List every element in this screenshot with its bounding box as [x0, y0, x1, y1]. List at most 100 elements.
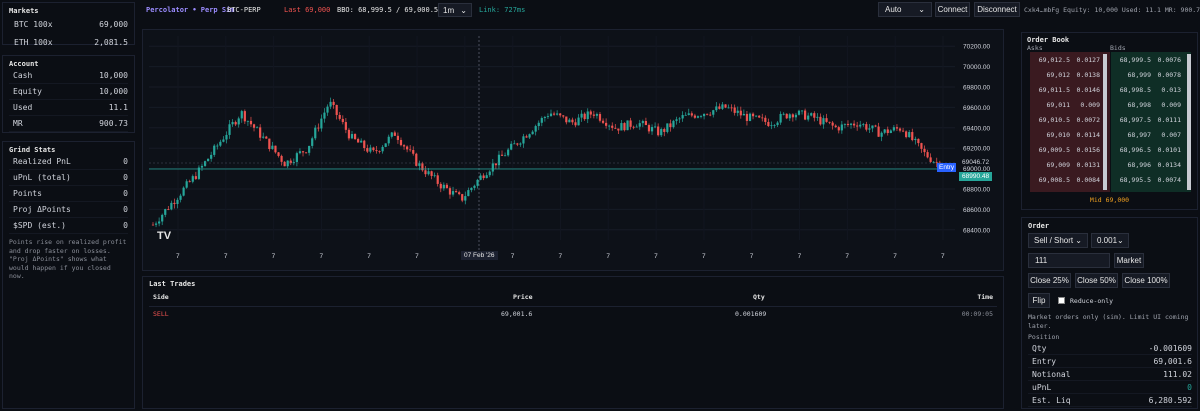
orderbook-level[interactable]: 68,9950.0146 [1111, 187, 1191, 193]
candle-body [418, 163, 421, 166]
orderbook-level[interactable]: 69,010 0.0114 [1030, 127, 1110, 142]
orderbook-level[interactable]: 68,996 0.0134 [1111, 157, 1191, 172]
candle-body [464, 196, 467, 201]
candle-body [706, 113, 709, 115]
col-time: Time [977, 293, 993, 301]
orderbook-level[interactable]: 68,999.5 0.0076 [1111, 52, 1191, 67]
stat-value: 0 [123, 157, 128, 166]
stat-row: MR 900.73 [9, 116, 128, 132]
candle-body [883, 129, 886, 133]
x-tick-label: 7 [845, 253, 849, 260]
interval-select[interactable]: 1m ⌄ [438, 3, 472, 17]
bbo-label: BBO: 68,999.5 / 69,000.5 [337, 6, 439, 14]
candle-body [173, 202, 176, 205]
last-price: Last 69,000 [284, 6, 331, 14]
candle-body [182, 187, 185, 196]
candle-body [372, 147, 375, 151]
side-select[interactable]: Sell / Short ⌄ [1028, 233, 1088, 248]
candle-body [412, 150, 415, 154]
candle-body [880, 132, 883, 137]
candle-body [482, 175, 485, 179]
mid-price: Mid 69,000 [1089, 196, 1130, 204]
asks-scrollbar[interactable] [1103, 54, 1107, 190]
candle-body [788, 114, 791, 119]
mode-select[interactable]: Auto ⌄ [878, 2, 932, 17]
orderbook-level[interactable]: 69,011 0.009 [1030, 97, 1110, 112]
orderbook-level[interactable]: 68,995.5 0.0074 [1111, 172, 1191, 187]
candle-body [895, 127, 899, 129]
candle-body [635, 126, 638, 128]
close-50-button[interactable]: Close 50% [1075, 273, 1118, 288]
candle-body [473, 185, 476, 188]
level-qty: 0.0111 [1157, 115, 1181, 124]
stat-label: MR [13, 119, 23, 128]
flip-button[interactable]: Flip [1028, 293, 1050, 308]
level-price: 69,011 [1046, 100, 1070, 109]
candle-body [748, 113, 752, 121]
candle-body [350, 134, 354, 139]
candle-body [271, 145, 274, 150]
orderbook-level[interactable]: 69,009.5 0.0156 [1030, 142, 1110, 157]
asks-list[interactable]: 69,012.5 0.0127 69,012 0.0138 69,011.5 0.0146… [1030, 52, 1110, 192]
level-qty: 0.0134 [1157, 160, 1181, 169]
level-qty: 0.0101 [1157, 145, 1181, 154]
candle-body [727, 107, 730, 109]
orderbook-level[interactable]: 69,012.5 0.0127 [1030, 52, 1110, 67]
orderbook-level[interactable]: 69,008.5 0.0084 [1030, 172, 1110, 187]
stat-row: $SPD (est.) 0 [9, 218, 128, 234]
candle-body [623, 123, 626, 131]
orderbook-level[interactable]: 68,999 0.0078 [1111, 67, 1191, 82]
close-100-button[interactable]: Close 100% [1122, 273, 1170, 288]
bids-scrollbar[interactable] [1187, 54, 1191, 190]
orderbook-level[interactable]: 69,009 0.0131 [1030, 157, 1110, 172]
asks-label: Asks [1027, 44, 1043, 52]
markets-title: Markets [9, 7, 39, 15]
candle-body [856, 125, 859, 127]
candle-body [243, 111, 246, 122]
level-price: 68,999 [1127, 70, 1151, 79]
orderbook-level[interactable]: 69,012 0.0138 [1030, 67, 1110, 82]
candle-body [458, 192, 461, 195]
orderbook-level[interactable]: 68,997 0.007 [1111, 127, 1191, 142]
candle-body [721, 104, 724, 109]
stat-row: Notional 111.02 [1028, 368, 1192, 381]
candle-body [718, 106, 721, 109]
candle-body [767, 121, 770, 127]
candle-body [577, 117, 580, 126]
candle-body [898, 128, 902, 131]
stat-label: Entry [1032, 356, 1057, 366]
candle-body [540, 118, 543, 123]
orderbook-level[interactable]: 68,998.5 0.013 [1111, 82, 1191, 97]
candle-body [353, 134, 357, 140]
qty-input[interactable]: 111 [1028, 253, 1110, 268]
price-chart[interactable]: 70200.00 70000.00 69800.00 69600.00 69400.00… [143, 30, 1003, 270]
market-item-eth[interactable]: ETH 100x 2,081.5 [9, 38, 128, 47]
close-25-button[interactable]: Close 25% [1028, 273, 1071, 288]
size-select[interactable]: 0.001 ⌄ [1091, 233, 1129, 248]
orderbook-level[interactable]: 69,0080.0112 [1030, 187, 1110, 193]
orderbook-level[interactable]: 69,010.5 0.0072 [1030, 112, 1110, 127]
candle-body [164, 209, 167, 215]
orderbook-level[interactable]: 68,996.5 0.0101 [1111, 142, 1191, 157]
candle-body [712, 110, 715, 115]
market-button[interactable]: Market [1114, 253, 1144, 268]
disconnect-button[interactable]: Disconnect [974, 2, 1020, 17]
candle-body [770, 125, 773, 127]
stat-row: Points 0 [9, 186, 128, 202]
candle-body [859, 124, 862, 127]
stat-label: Proj ΔPoints [13, 205, 71, 214]
orderbook-level[interactable]: 68,997.5 0.0111 [1111, 112, 1191, 127]
bids-list[interactable]: 68,999.5 0.0076 68,999 0.0078 68,998.5 0.013 6… [1111, 52, 1191, 192]
candle-body [326, 106, 329, 113]
candle-body [908, 132, 911, 138]
candle-body [151, 224, 155, 226]
candle-body [681, 115, 684, 119]
orderbook-level[interactable]: 68,998 0.009 [1111, 97, 1191, 112]
market-item-btc[interactable]: BTC 100x 69,000 [9, 20, 128, 29]
connect-button[interactable]: Connect [935, 2, 970, 17]
reduce-only-checkbox[interactable] [1058, 297, 1065, 304]
level-price: 68,995.5 [1119, 175, 1151, 184]
level-price: 69,012 [1046, 70, 1070, 79]
candle-body [454, 191, 458, 193]
orderbook-level[interactable]: 69,011.5 0.0146 [1030, 82, 1110, 97]
